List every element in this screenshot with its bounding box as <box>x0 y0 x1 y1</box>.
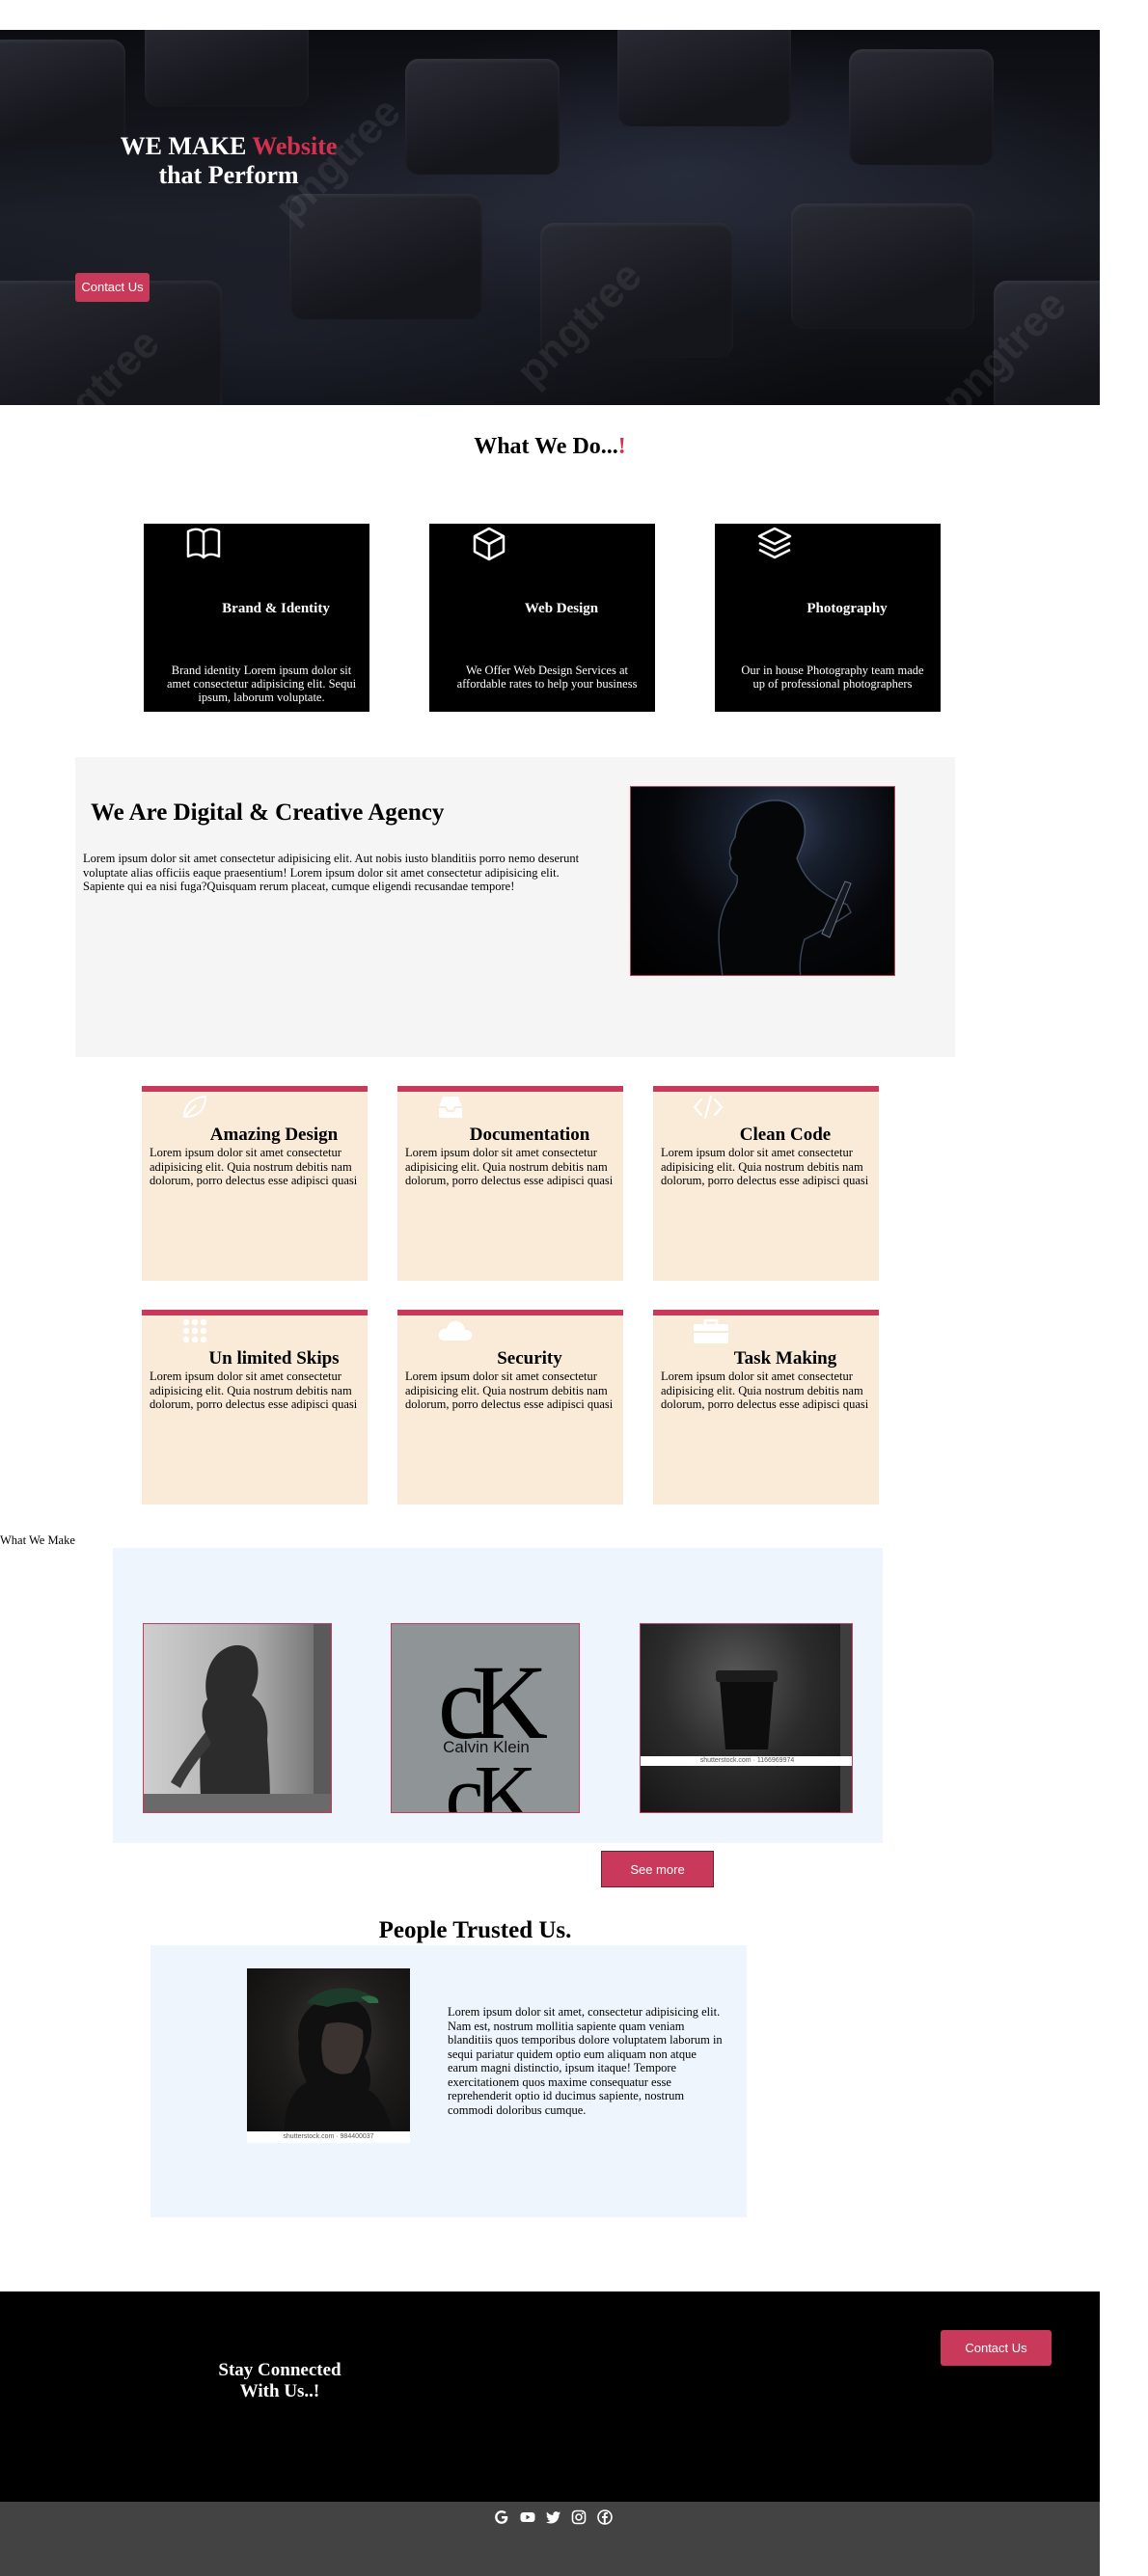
agency-image <box>630 786 895 976</box>
cloud-icon <box>438 1320 473 1341</box>
gallery-section: cK cK Calvin Klein shutterstock.com · 11… <box>113 1548 883 1843</box>
bearded-man-figure <box>284 1988 394 2143</box>
testimonial-photo-caption: shutterstock.com · 984400037 <box>247 2131 410 2143</box>
calvin-klein-label: Calvin Klein <box>443 1738 530 1756</box>
testimonial-section: shutterstock.com · 984400037 Lorem ipsum… <box>150 1945 747 2217</box>
agency-title: We Are Digital & Creative Agency <box>91 800 445 826</box>
feature-card-title: Un limited Skips <box>208 1348 340 1369</box>
code-icon <box>693 1095 724 1120</box>
shutterstock-caption: shutterstock.com · 1166969974 <box>641 1756 852 1766</box>
social-bar <box>0 2502 1100 2576</box>
youtube-icon[interactable] <box>520 2509 535 2525</box>
service-card-brand: Brand & Identity Brand identity Lorem ip… <box>144 524 369 712</box>
keyboard-key <box>0 40 125 146</box>
service-card-text: Brand identity Lorem ipsum dolor sit ame… <box>166 664 357 704</box>
silhouette-figure <box>718 800 852 975</box>
feature-card-title: Documentation <box>469 1125 590 1145</box>
layers-icon <box>757 527 792 559</box>
gallery-image-calvin-klein[interactable]: cK cK Calvin Klein <box>391 1623 580 1813</box>
hero-title-part1: WE MAKE <box>120 132 253 160</box>
coffee-cup <box>716 1624 852 1812</box>
book-icon <box>186 528 221 559</box>
feature-card-security: Security Lorem ipsum dolor sit amet cons… <box>397 1310 623 1505</box>
hero-contact-button[interactable]: Contact Us <box>75 273 150 302</box>
inbox-icon <box>439 1097 462 1118</box>
hero-title-part2: that Perform <box>158 161 299 189</box>
feature-card-task-making: Task Making Lorem ipsum dolor sit amet c… <box>653 1310 879 1505</box>
hero-banner: pngtree pngtree pngtree pngtree WE MAKE … <box>0 30 1100 405</box>
service-card-title: Photography <box>806 601 888 616</box>
feature-card-unlimited: Un limited Skips Lorem ipsum dolor sit a… <box>142 1310 368 1505</box>
footer: Stay Connected With Us..! Contact Us <box>0 2291 1100 2502</box>
service-card-webdesign: Web Design We Offer Web Design Services … <box>429 524 655 712</box>
hero-title: WE MAKE Website that Perform <box>108 132 349 190</box>
twitter-icon[interactable] <box>546 2509 561 2525</box>
feature-card-clean-code: Clean Code Lorem ipsum dolor sit amet co… <box>653 1086 879 1281</box>
service-card-title: Web Design <box>524 601 599 616</box>
feature-card-title: Clean Code <box>739 1125 832 1145</box>
what-we-do-title: What We Do...! <box>0 434 1100 460</box>
agency-text: Lorem ipsum dolor sit amet consectetur a… <box>83 852 580 893</box>
service-card-photography: Photography Our in house Photography tea… <box>715 524 941 712</box>
testimonial-photo <box>247 1968 410 2143</box>
feature-card-text: Lorem ipsum dolor sit amet consectetur a… <box>150 1369 358 1411</box>
grid-dots-icon <box>182 1318 207 1343</box>
feature-card-text: Lorem ipsum dolor sit amet consectetur a… <box>150 1146 358 1187</box>
cube-icon <box>473 527 506 561</box>
leaf-icon <box>182 1095 207 1118</box>
gallery-image-coffee-cup[interactable]: shutterstock.com · 1166969974 <box>640 1623 853 1813</box>
calvin-klein-logo: cK cK <box>438 1643 561 1813</box>
service-card-text: Our in house Photography team made up of… <box>741 664 924 691</box>
feature-card-title: Task Making <box>733 1348 837 1369</box>
feature-card-text: Lorem ipsum dolor sit amet consectetur a… <box>405 1369 614 1411</box>
service-card-text: We Offer Web Design Services at affordab… <box>456 664 638 691</box>
briefcase-icon <box>694 1318 728 1343</box>
keyboard-key <box>405 59 560 175</box>
service-card-title: Brand & Identity <box>222 601 330 616</box>
see-more-button[interactable]: See more <box>601 1851 714 1887</box>
gallery-image-model[interactable] <box>143 1623 332 1813</box>
what-we-do-title-text: What We Do... <box>474 434 618 459</box>
testimonial-text: Lorem ipsum dolor sit amet, consectetur … <box>448 2005 723 2117</box>
footer-title: Stay Connected With Us..! <box>203 2360 357 2402</box>
what-we-make-label: What We Make <box>0 1533 75 1547</box>
feature-card-text: Lorem ipsum dolor sit amet consectetur a… <box>661 1369 869 1411</box>
footer-contact-button[interactable]: Contact Us <box>941 2330 1052 2366</box>
svg-text:cK: cK <box>446 1749 537 1813</box>
footer-title-line1: Stay Connected <box>218 2360 342 2380</box>
footer-title-line2: With Us..! <box>239 2381 320 2401</box>
trust-title: People Trusted Us. <box>378 1917 572 1943</box>
facebook-icon[interactable] <box>597 2509 613 2525</box>
feature-card-title: Security <box>497 1348 562 1369</box>
keyboard-key <box>791 203 974 329</box>
hero-title-accent: Website <box>252 132 338 160</box>
feature-card-design: Amazing Design Lorem ipsum dolor sit ame… <box>142 1086 368 1281</box>
agency-section: We Are Digital & Creative Agency Lorem i… <box>75 757 955 1057</box>
feature-card-text: Lorem ipsum dolor sit amet consectetur a… <box>405 1146 614 1187</box>
feature-card-text: Lorem ipsum dolor sit amet consectetur a… <box>661 1146 869 1187</box>
keyboard-key <box>617 30 791 126</box>
what-we-do-title-accent: ! <box>617 434 626 459</box>
keyboard-key <box>849 49 994 165</box>
feature-card-documentation: Documentation Lorem ipsum dolor sit amet… <box>397 1086 623 1281</box>
model-figure <box>144 1624 331 1812</box>
feature-card-title: Amazing Design <box>209 1125 339 1145</box>
keyboard-key <box>145 30 309 107</box>
instagram-icon[interactable] <box>571 2509 587 2525</box>
google-icon[interactable] <box>494 2509 509 2525</box>
